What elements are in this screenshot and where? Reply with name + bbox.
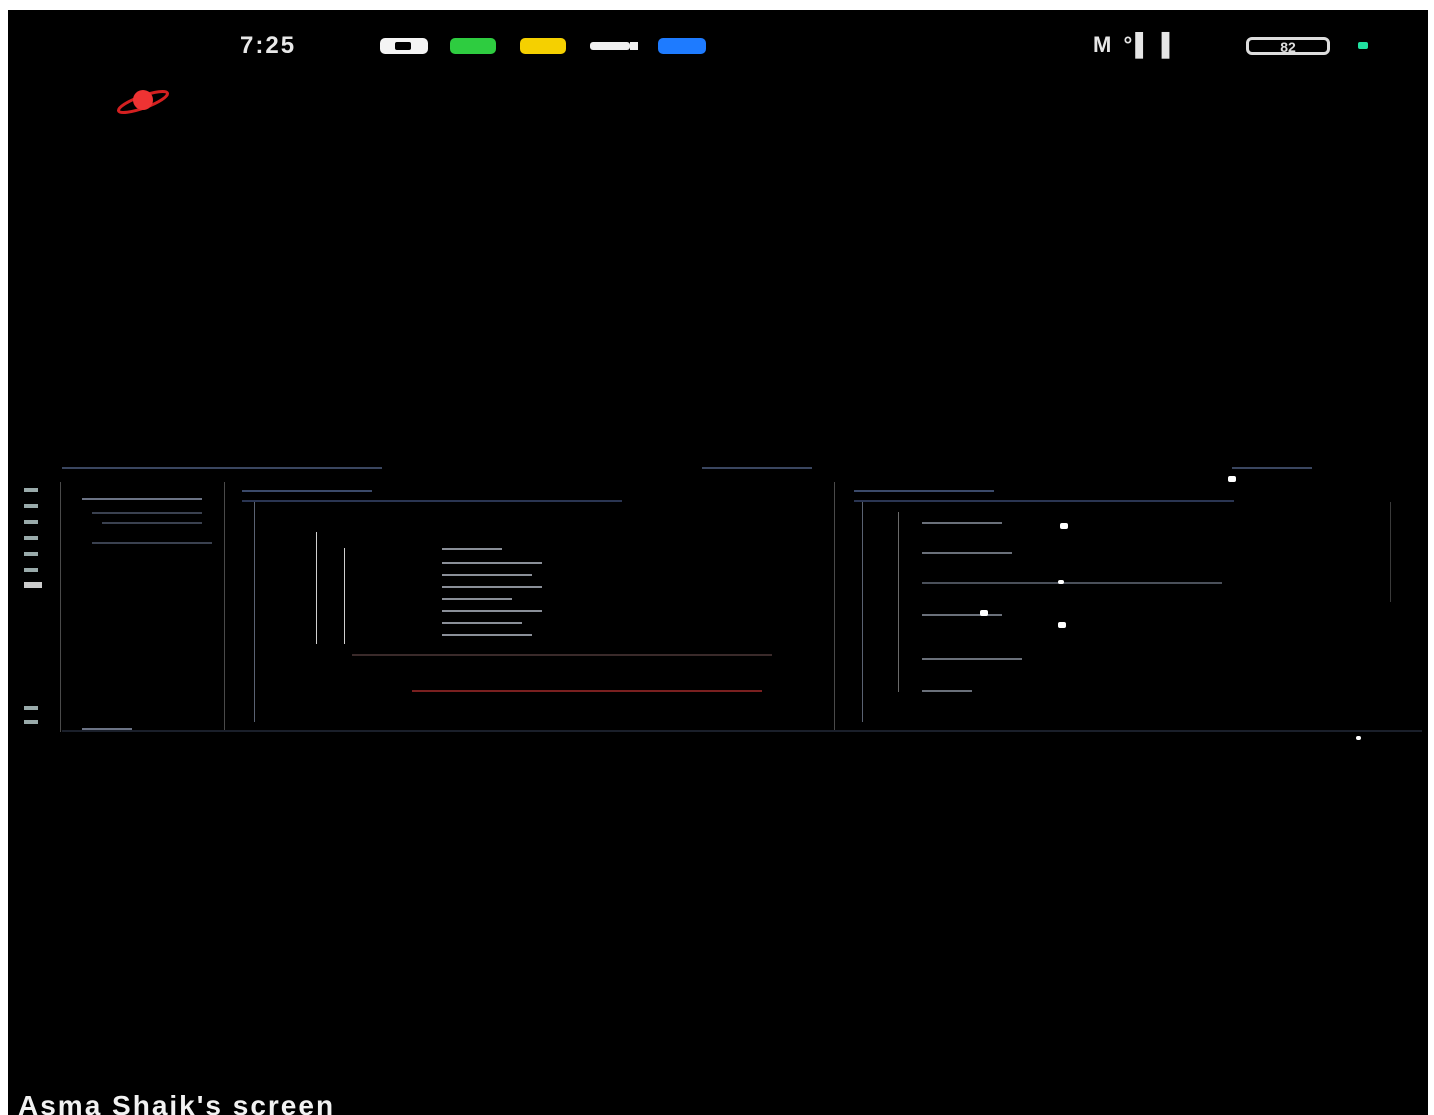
chat-bubble-icon bbox=[380, 38, 428, 54]
account-icon bbox=[24, 706, 38, 710]
status-dot bbox=[1356, 736, 1361, 740]
code-line bbox=[442, 574, 532, 576]
screen-share-caption: Asma Shaik's screen bbox=[18, 1090, 336, 1115]
tab-label bbox=[242, 490, 372, 492]
code-line bbox=[922, 658, 1022, 660]
shared-indicator-dot bbox=[1228, 476, 1236, 482]
indent-guide bbox=[344, 548, 345, 644]
cursor-marker bbox=[1058, 580, 1064, 584]
messages-icon bbox=[658, 38, 706, 54]
code-line bbox=[922, 614, 1002, 616]
settings-icon bbox=[24, 720, 38, 724]
explorer-icon bbox=[24, 488, 38, 492]
signal-indicators: M °▌▐ bbox=[1093, 32, 1173, 57]
breadcrumb bbox=[854, 500, 1234, 502]
planet-icon[interactable] bbox=[113, 80, 173, 120]
phone-screen: 7:25 M °▌▐ 82 Asma Shaik's screen bbox=[8, 10, 1428, 1115]
code-line bbox=[442, 622, 522, 624]
code-line bbox=[442, 548, 502, 550]
indent-guide bbox=[898, 512, 899, 692]
status-line bbox=[62, 730, 1422, 732]
code-line bbox=[442, 634, 532, 636]
code-line-error bbox=[412, 690, 762, 692]
code-line bbox=[442, 586, 542, 588]
source-control-icon bbox=[24, 520, 38, 524]
charging-dot-icon bbox=[1358, 42, 1368, 49]
code-line bbox=[922, 690, 972, 692]
line-numbers bbox=[254, 502, 255, 722]
status-time: 7:25 bbox=[240, 32, 297, 59]
code-line bbox=[442, 610, 542, 612]
sidebar-line bbox=[92, 512, 202, 514]
scrollbar[interactable] bbox=[1390, 502, 1391, 602]
sidebar-divider bbox=[60, 482, 61, 732]
code-line bbox=[922, 522, 1002, 524]
line-numbers bbox=[862, 502, 863, 722]
tab-label bbox=[854, 490, 994, 492]
code-line bbox=[442, 562, 542, 564]
cursor-marker bbox=[1060, 523, 1068, 529]
run-icon bbox=[24, 536, 38, 540]
code-line bbox=[352, 654, 772, 656]
search-icon bbox=[24, 504, 38, 508]
code-line bbox=[922, 552, 1012, 554]
editor-divider bbox=[224, 482, 225, 732]
remote-icon bbox=[24, 568, 38, 572]
code-line bbox=[922, 582, 1222, 584]
breadcrumb bbox=[242, 500, 622, 502]
shared-toolbar bbox=[22, 462, 1422, 474]
sidebar-line bbox=[92, 542, 212, 544]
indent-guide bbox=[316, 532, 317, 644]
shared-screen-view[interactable] bbox=[22, 462, 1422, 740]
battery-icon: 82 bbox=[1246, 37, 1330, 55]
split-divider bbox=[834, 482, 835, 732]
code-line bbox=[442, 598, 512, 600]
snapchat-icon bbox=[520, 38, 566, 54]
whatsapp-icon bbox=[450, 38, 496, 54]
cursor-marker bbox=[980, 610, 988, 616]
cursor-marker bbox=[1058, 622, 1066, 628]
sidebar-line bbox=[82, 498, 202, 500]
tools-icon bbox=[24, 582, 42, 588]
sidebar-line bbox=[102, 522, 202, 524]
battery-level: 82 bbox=[1280, 39, 1296, 55]
extensions-icon bbox=[24, 552, 38, 556]
video-call-icon bbox=[590, 42, 638, 50]
